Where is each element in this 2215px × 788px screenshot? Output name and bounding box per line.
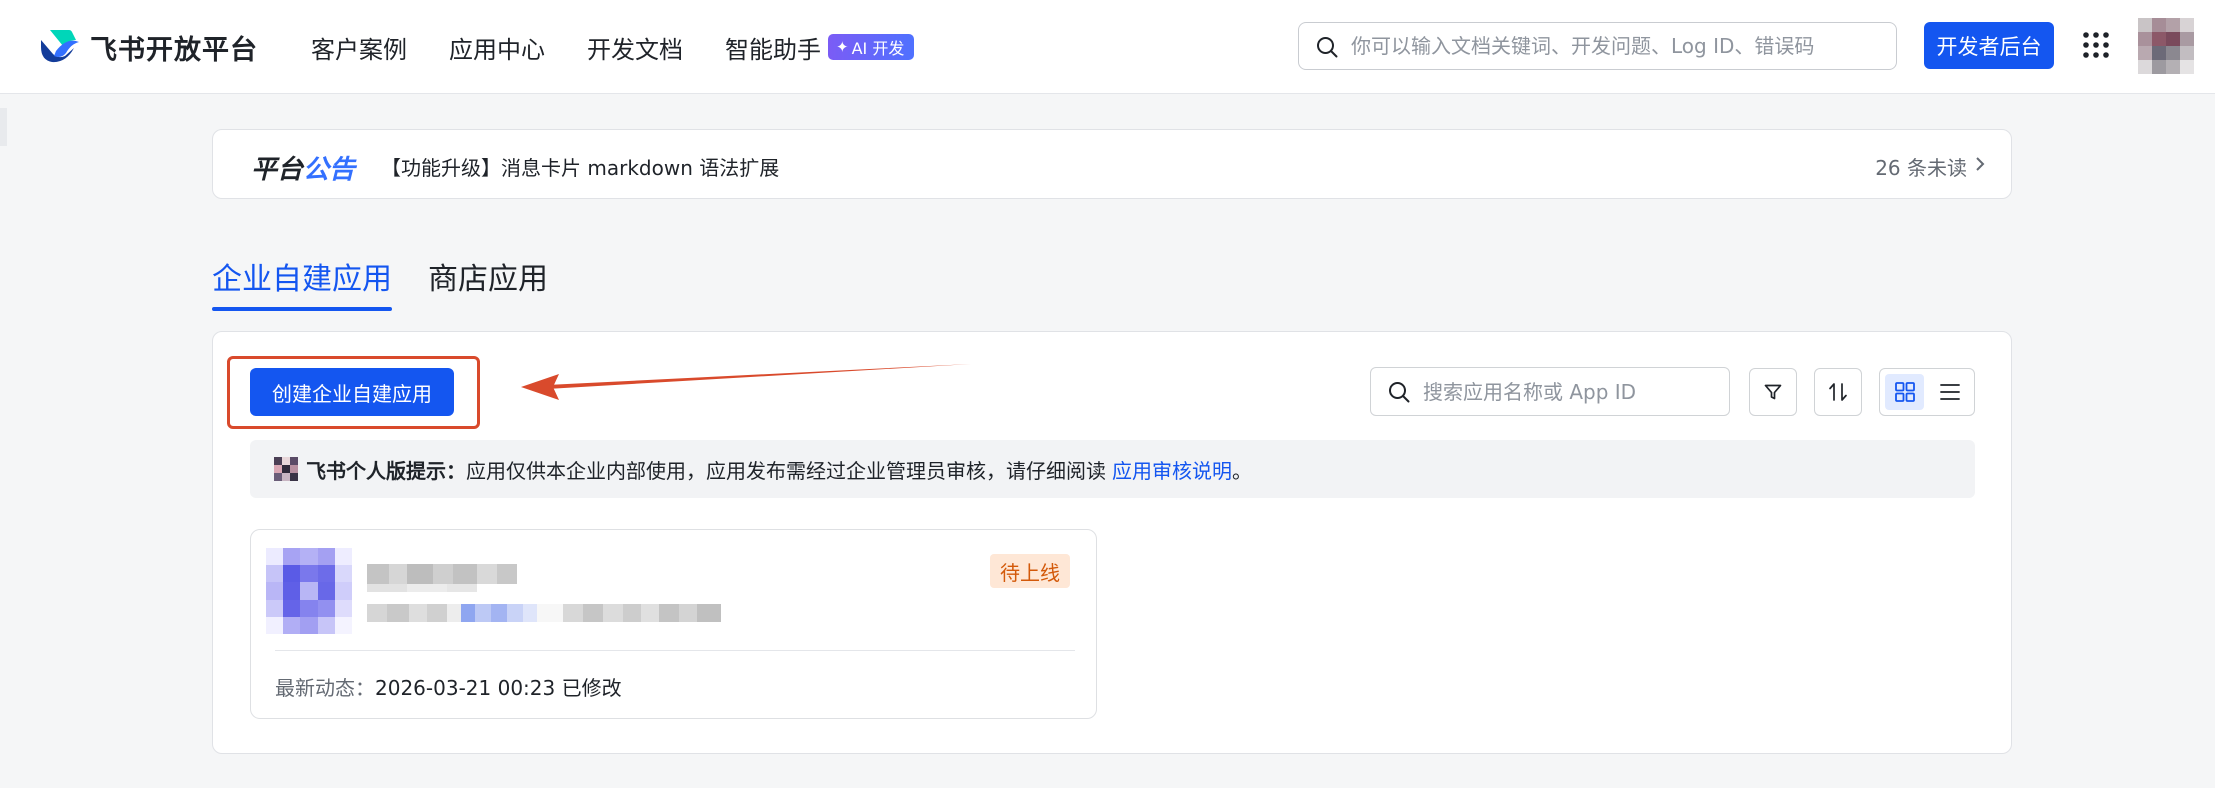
app-search-input[interactable] — [1423, 379, 1729, 404]
app-card[interactable]: 待上线 最新动态：2026-03-21 00:23 已修改 — [250, 529, 1097, 719]
announcement-title-a: 平台 — [251, 155, 304, 185]
filter-icon — [1764, 384, 1782, 400]
tip-text: 应用仅供本企业内部使用，应用发布需经过企业管理员审核，请仔细阅读 — [466, 458, 1106, 483]
personal-edition-tip: 飞书个人版提示： 应用仅供本企业内部使用，应用发布需经过企业管理员审核，请仔细阅… — [250, 440, 1975, 498]
nav-customer-cases[interactable]: 客户案例 — [311, 27, 407, 67]
logo[interactable]: 飞书开放平台 — [38, 27, 258, 67]
review-guide-link[interactable]: 应用审核说明 — [1112, 455, 1232, 484]
create-internal-app-button[interactable]: 创建企业自建应用 — [250, 368, 454, 416]
unread-count-link[interactable]: 26 条未读 — [1875, 152, 1967, 181]
latest-activity-label: 最新动态： — [275, 676, 375, 700]
feishu-logo-icon — [41, 30, 79, 63]
filter-button[interactable] — [1749, 368, 1797, 416]
announcement-title: 平台公告 — [251, 149, 355, 186]
search-icon — [1317, 37, 1338, 58]
app-name-placeholder — [367, 564, 517, 584]
side-collapse-handle[interactable] — [0, 108, 7, 146]
chevron-right-icon[interactable] — [1975, 156, 1985, 172]
sort-button[interactable] — [1814, 368, 1862, 416]
app-search-box[interactable] — [1370, 367, 1730, 416]
grid-view-icon — [1894, 382, 1915, 402]
sparkle-icon: ✦ — [836, 38, 849, 56]
ai-dev-badge-label: AI 开发 — [851, 39, 905, 58]
tip-label: 飞书个人版提示： — [306, 458, 466, 483]
nav-app-center[interactable]: 应用中心 — [449, 27, 545, 67]
search-icon — [1389, 382, 1410, 403]
nav-dev-docs[interactable]: 开发文档 — [587, 27, 683, 67]
ai-dev-badge: ✦ AI 开发 — [828, 34, 915, 60]
tip-end: 。 — [1232, 458, 1252, 483]
active-tab-indicator — [212, 307, 392, 311]
grid-dots-icon[interactable] — [2082, 31, 2110, 59]
card-divider — [275, 650, 1075, 651]
top-header: 飞书开放平台 客户案例 应用中心 开发文档 智能助手 ✦ AI 开发 开发者后台 — [0, 0, 2215, 94]
tip-mascot-icon — [274, 457, 298, 481]
nav-assistant[interactable]: 智能助手 ✦ AI 开发 — [725, 27, 915, 67]
list-view-icon — [1939, 384, 1960, 400]
latest-activity-value: 2026-03-21 00:23 已修改 — [375, 676, 622, 700]
developer-console-button[interactable]: 开发者后台 — [1924, 22, 2054, 69]
app-icon — [266, 548, 352, 634]
app-list-panel: 创建企业自建应用 搜索应用名称或 App ID 飞书个人版提示： 应用仅供本企业… — [212, 331, 2012, 754]
grid-view-button[interactable] — [1885, 374, 1924, 410]
tab-internal-apps[interactable]: 企业自建应用 — [212, 254, 392, 298]
announcement-text[interactable]: 【功能升级】消息卡片 markdown 语法扩展 — [381, 152, 779, 181]
status-badge: 待上线 — [990, 554, 1070, 588]
app-id-placeholder — [367, 604, 741, 622]
app-name-placeholder-2 — [367, 584, 477, 592]
doc-search-input[interactable] — [1351, 34, 1896, 58]
user-avatar[interactable] — [2138, 18, 2194, 74]
view-toggle — [1879, 368, 1975, 416]
nav-assistant-label: 智能助手 — [725, 35, 821, 64]
annotation-arrow — [521, 364, 971, 400]
logo-text: 飞书开放平台 — [90, 34, 258, 66]
doc-search-box[interactable] — [1298, 22, 1897, 70]
list-view-button[interactable] — [1930, 374, 1969, 410]
sort-icon — [1829, 383, 1847, 401]
announcement-title-b: 公告 — [303, 155, 356, 185]
tab-store-apps[interactable]: 商店应用 — [428, 254, 548, 298]
platform-announcement-bar[interactable]: 平台公告 【功能升级】消息卡片 markdown 语法扩展 26 条未读 — [212, 129, 2012, 199]
latest-activity: 最新动态：2026-03-21 00:23 已修改 — [275, 672, 622, 701]
